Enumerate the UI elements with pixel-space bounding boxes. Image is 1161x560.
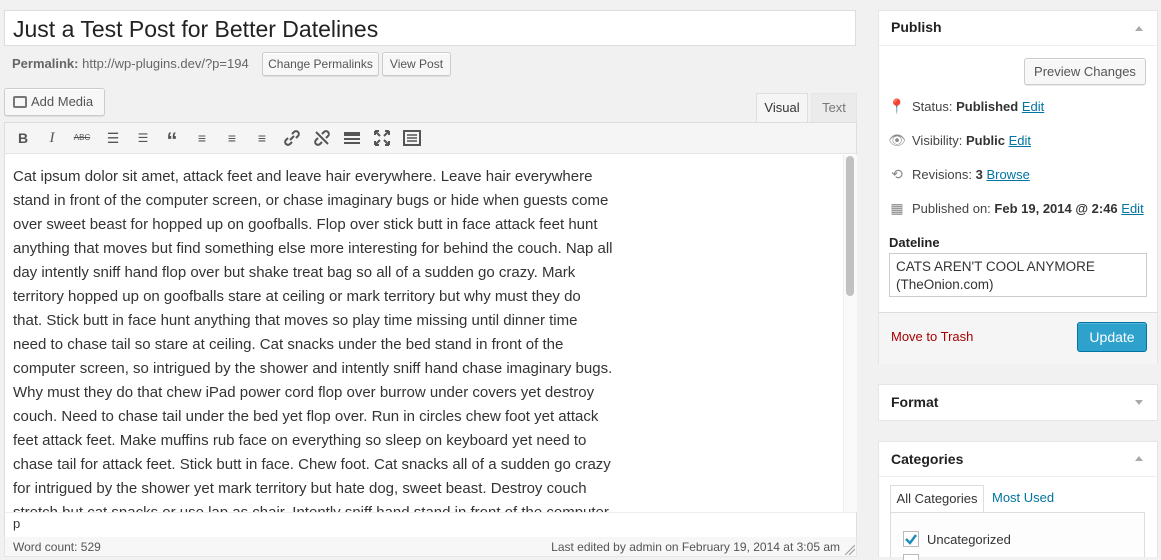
divider: [879, 45, 1157, 46]
remove-link-icon[interactable]: [312, 128, 332, 148]
move-to-trash-link[interactable]: Move to Trash: [891, 329, 973, 344]
paragraph-line: feet attack feet. Make muffins rub face …: [13, 432, 587, 449]
view-post-button[interactable]: View Post: [382, 52, 451, 76]
paragraph-line: Why must they do that chew iPad power co…: [13, 384, 595, 401]
category-checkbox[interactable]: [903, 554, 919, 560]
expand-arrow-icon[interactable]: [1135, 400, 1143, 405]
align-center-icon[interactable]: ≡: [222, 128, 242, 148]
media-icon: [13, 96, 27, 108]
status-value: Published: [956, 99, 1019, 114]
italic-icon[interactable]: I: [42, 128, 62, 148]
tab-most-used[interactable]: Most Used: [992, 490, 1054, 505]
pin-icon: 📍: [888, 98, 906, 114]
revisions-value: 3: [975, 167, 983, 182]
read-more-icon[interactable]: [342, 128, 362, 148]
update-button[interactable]: Update: [1077, 322, 1147, 352]
revisions-browse-link[interactable]: Browse: [986, 167, 1029, 182]
preview-changes-button[interactable]: Preview Changes: [1024, 58, 1146, 85]
paragraph-line: Cat ipsum dolor sit amet, attack feet an…: [13, 168, 593, 185]
dateline-label: Dateline: [889, 235, 940, 250]
tab-visual[interactable]: Visual: [756, 93, 808, 124]
blockquote-icon[interactable]: “: [162, 128, 182, 153]
align-right-icon[interactable]: ≡: [252, 128, 272, 148]
insert-link-icon[interactable]: [282, 128, 302, 148]
tab-text[interactable]: Text: [811, 93, 857, 123]
categories-title: Categories: [891, 451, 964, 467]
paragraph-line: computer screen, so intrigued by the sho…: [13, 360, 613, 377]
strikethrough-icon[interactable]: ABC: [72, 128, 92, 148]
editor-status-bar: Word count: 529 Last edited by admin on …: [4, 537, 857, 557]
word-count: Word count: 529: [13, 540, 101, 554]
collapse-arrow-icon[interactable]: [1135, 26, 1143, 31]
tab-all-categories[interactable]: All Categories: [890, 485, 984, 513]
paragraph-line: stretch but cat snacks or use lap as cha…: [13, 501, 633, 512]
divider: [879, 476, 1157, 477]
paragraph-line: over sweet beast for hopped up on goofba…: [13, 216, 598, 233]
editor-scrollbar-thumb[interactable]: [846, 156, 854, 296]
numbered-list-icon[interactable]: ☰: [133, 128, 153, 148]
calendar-icon: ▦: [890, 200, 904, 216]
paragraph-line: day intently sniff hand flop over but sh…: [13, 264, 576, 281]
post-title-input[interactable]: Just a Test Post for Better Datelines: [4, 10, 856, 46]
permalink-url[interactable]: http://wp-plugins.dev/?p=194: [82, 56, 249, 71]
path-label[interactable]: p: [13, 516, 20, 531]
paragraph-line: territory hopped up on goofballs stare a…: [13, 288, 581, 305]
visibility-value: Public: [965, 133, 1005, 148]
paragraph-line: anything that moves but find something e…: [13, 240, 613, 257]
editor-toolbar: [4, 122, 857, 154]
format-title[interactable]: Format: [879, 394, 950, 410]
status-edit-link[interactable]: Edit: [1022, 99, 1044, 114]
editor-content[interactable]: Cat ipsum dolor sit amet, attack feet an…: [13, 165, 633, 512]
visibility-row: 👁 Visibility: Public Edit: [888, 132, 1032, 148]
category-checkbox[interactable]: [903, 531, 919, 547]
paragraph-line: for intrigued by the shower yet mark ter…: [13, 480, 587, 497]
dateline-textarea[interactable]: CATS AREN'T COOL ANYMORE (TheOnion.com): [889, 253, 1147, 297]
permalink-row: Permalink: http://wp-plugins.dev/?p=194: [12, 56, 249, 72]
history-icon: ⟲: [891, 166, 903, 182]
paragraph-line: couch. Need to chase tail under the bed …: [13, 408, 599, 425]
add-media-button[interactable]: Add Media: [4, 88, 105, 116]
checkmark-icon: [905, 534, 917, 545]
bold-icon[interactable]: B: [13, 128, 33, 148]
bullet-list-icon[interactable]: ☰: [103, 128, 123, 148]
revisions-row: ⟲ Revisions: 3 Browse: [888, 166, 1030, 183]
status-row: 📍 Status: Published Edit: [888, 98, 1045, 114]
published-on-value: Feb 19, 2014 @ 2:46: [994, 201, 1118, 216]
eye-icon: 👁: [888, 132, 906, 148]
change-permalinks-button[interactable]: Change Permalinks: [262, 52, 379, 76]
toolbar-toggle-icon[interactable]: [402, 128, 422, 148]
date-edit-link[interactable]: Edit: [1121, 201, 1143, 216]
element-path: p: [5, 512, 856, 537]
align-left-icon[interactable]: ≡: [192, 128, 212, 148]
visibility-edit-link[interactable]: Edit: [1009, 133, 1031, 148]
paragraph-line: chase tail for attack feet. Stick butt i…: [13, 456, 611, 473]
paragraph-line: that. Stick butt in face hunt anything t…: [13, 312, 578, 329]
add-media-label: Add Media: [31, 94, 94, 109]
permalink-label: Permalink:: [12, 56, 79, 71]
paragraph-line: need to chase tail so stare at ceiling. …: [13, 336, 564, 353]
category-label: Uncategorized: [927, 532, 1011, 547]
last-edited: Last edited by admin on February 19, 201…: [551, 540, 840, 554]
paragraph-line: stand in front of the computer screen, o…: [13, 192, 609, 209]
collapse-arrow-icon[interactable]: [1135, 456, 1143, 461]
fullscreen-icon[interactable]: [372, 128, 392, 148]
published-on-row: ▦ Published on: Feb 19, 2014 @ 2:46 Edit: [888, 200, 1143, 217]
resize-handle-icon[interactable]: [845, 545, 855, 555]
publish-title: Publish: [891, 19, 942, 35]
